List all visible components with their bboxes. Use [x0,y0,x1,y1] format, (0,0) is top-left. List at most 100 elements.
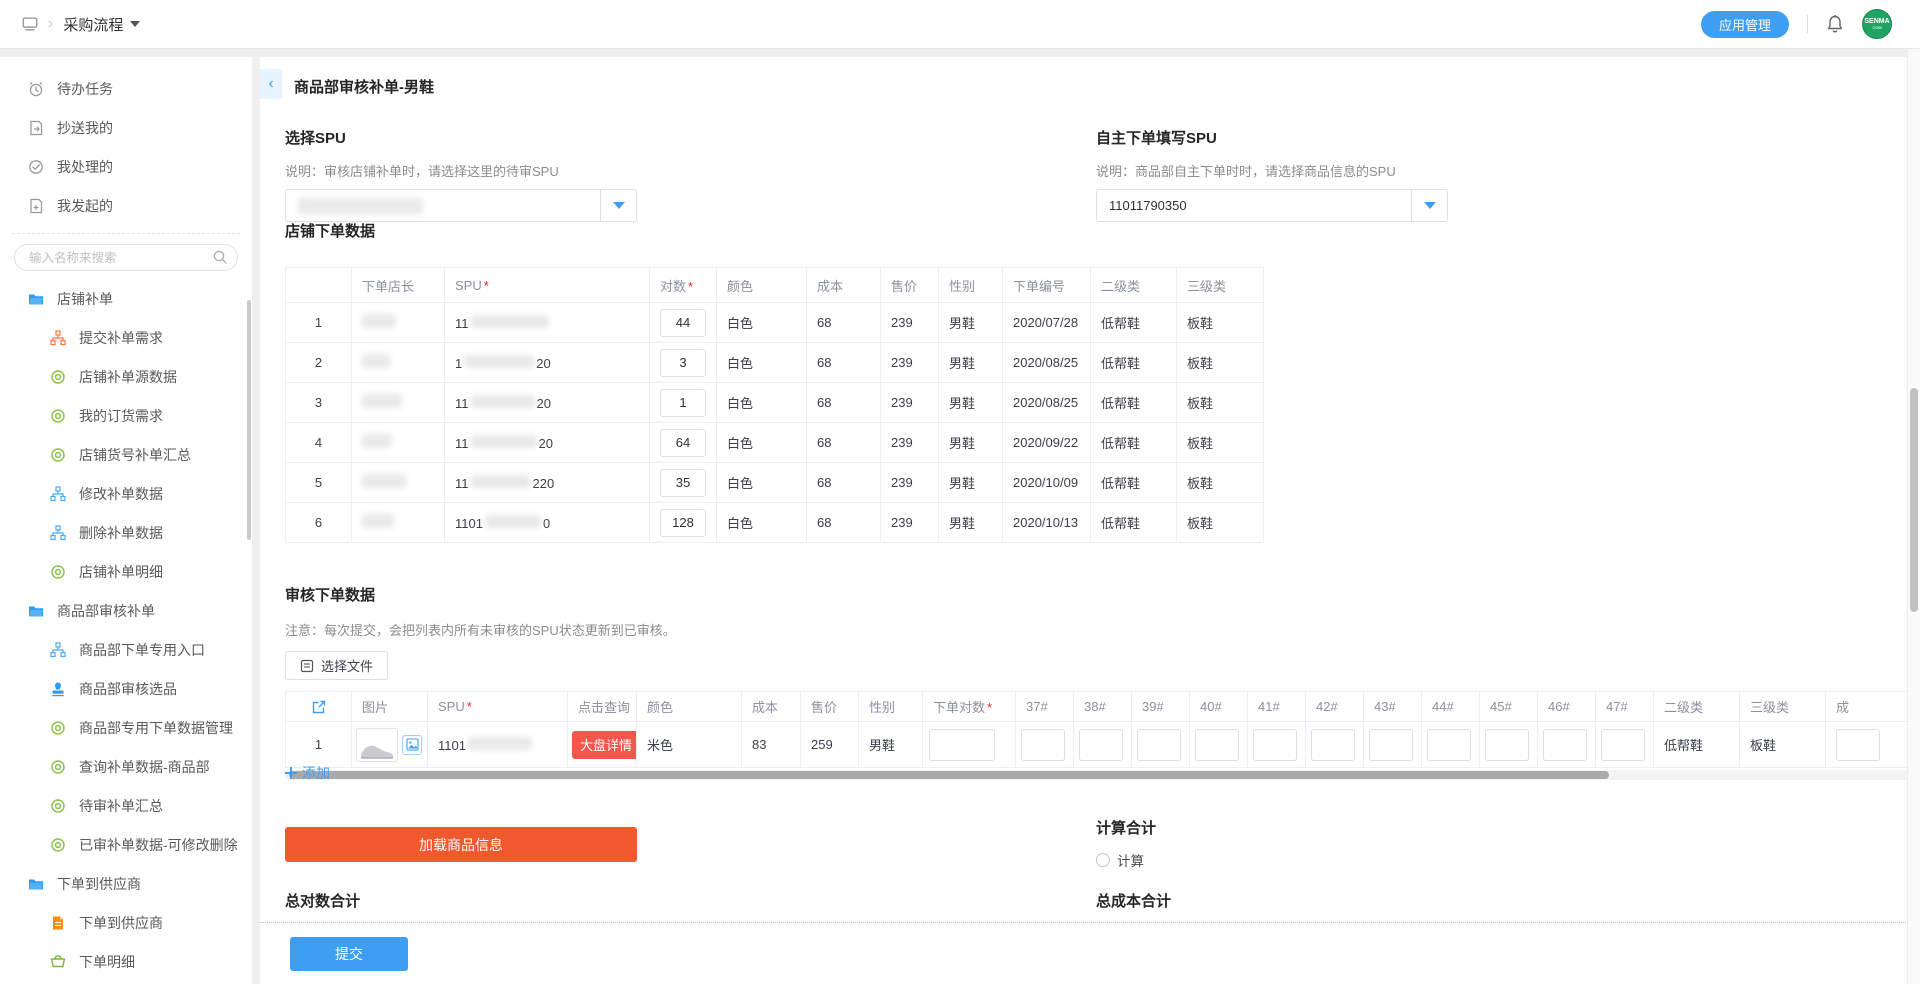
horizontal-scrollbar-thumb[interactable] [289,771,1609,779]
size-44-input[interactable] [1427,729,1471,761]
sidebar-folder-shop-replenish[interactable]: 店铺补单 [0,279,252,318]
cat3-cell: 板鞋 [1177,343,1264,383]
load-product-info-button[interactable]: 加载商品信息 [285,827,637,862]
app-manage-button[interactable]: 应用管理 [1701,11,1789,38]
avatar-text: SENMA [1864,18,1889,25]
self-spu-dropdown[interactable]: 11011790350 [1096,189,1448,222]
sidebar-item-label: 商品部下单专用入口 [79,640,205,660]
size-42-cell [1306,722,1364,768]
self-spu-block: 自主下单填写SPU 说明：商品部自主下单时时，请选择商品信息的SPU 11011… [1096,127,1456,222]
pairs-cell [650,303,717,343]
order-pairs-input[interactable] [929,729,995,761]
pairs-input[interactable] [660,389,706,417]
horizontal-scrollbar[interactable] [285,770,1920,780]
col-order-pairs: 下单对数* [923,692,1016,722]
pairs-input[interactable] [660,309,706,337]
col-size-37: 37# [1016,692,1074,722]
back-button[interactable]: ‹ [260,69,282,99]
self-spu-note: 说明：商品部自主下单时时，请选择商品信息的SPU [1096,161,1456,180]
pairs-input[interactable] [660,509,706,537]
breadcrumb-app-switcher[interactable]: 采购流程 [63,14,140,35]
size-47-input[interactable] [1601,729,1645,761]
sidebar-item-order-to-supplier[interactable]: 下单到供应商 [0,903,252,942]
cat2-cell: 低帮鞋 [1091,383,1177,423]
window-icon[interactable] [22,16,38,32]
calc-radio-label: 计算 [1117,850,1144,870]
size-39-input[interactable] [1137,729,1181,761]
col-spu: SPU* [428,692,568,722]
partial-input[interactable] [1836,729,1880,761]
sidebar-item-my-order-demand[interactable]: 我的订货需求 [0,396,252,435]
sidebar-search-input[interactable] [14,244,238,271]
size-38-input[interactable] [1079,729,1123,761]
external-link-icon[interactable] [311,699,327,715]
shoe-image [359,739,395,761]
row-index: 1 [286,722,352,768]
self-spu-heading: 自主下单填写SPU [1096,127,1456,148]
submit-button[interactable]: 提交 [290,937,408,971]
sidebar-item-label: 抄送我的 [57,118,113,138]
sidebar-item-shop-replenish-detail[interactable]: 店铺补单明细 [0,552,252,591]
sidebar-item-label: 下单明细 [79,952,135,972]
market-detail-button[interactable]: 大盘详情 [572,731,637,759]
sidebar-item-delete-replenish-data[interactable]: 删除补单数据 [0,513,252,552]
sidebar-item-initiated-by-me[interactable]: 我发起的 [0,186,252,225]
sidebar-item-shop-sku-replenish-summary[interactable]: 店铺货号补单汇总 [0,435,252,474]
sidebar-folder-label: 店铺补单 [57,289,113,309]
dropdown-arrow-zone[interactable] [600,190,636,221]
pairs-input[interactable] [660,429,706,457]
size-46-input[interactable] [1543,729,1587,761]
footer-bar: 提交 [260,922,1920,984]
spu-cell: 120 [445,343,650,383]
bell-icon[interactable] [1826,14,1844,34]
main-panel: ‹ 商品部审核补单-男鞋 选择SPU 说明：审核店铺补单时，请选择这里的待审SP… [260,57,1920,984]
cat3-cell: 板鞋 [1177,303,1264,343]
sidebar-folder-order-to-supplier[interactable]: 下单到供应商 [0,864,252,903]
product-thumbnail[interactable] [356,728,398,762]
add-row-link[interactable]: 添加 [285,763,330,783]
dropdown-arrow-zone[interactable] [1411,190,1447,221]
sidebar-item-reviewed-data-editable[interactable]: 已审补单数据-可修改删除 [0,825,252,864]
sidebar-folder-product-dept-review[interactable]: 商品部审核补单 [0,591,252,630]
sidebar-item-submit-replenish-request[interactable]: 提交补单需求 [0,318,252,357]
manager-cell [352,303,445,343]
size-41-input[interactable] [1253,729,1297,761]
sidebar-item-label: 删除补单数据 [79,523,163,543]
sidebar-item-order-detail[interactable]: 下单明细 [0,942,252,981]
view-image-button[interactable] [402,735,422,755]
sidebar-item-modify-replenish-data[interactable]: 修改补单数据 [0,474,252,513]
sidebar-item-todo-tasks[interactable]: 待办任务 [0,69,252,108]
vertical-scrollbar-track[interactable] [1907,49,1920,984]
sidebar-item-dept-order-data-manage[interactable]: 商品部专用下单数据管理 [0,708,252,747]
folder-icon [28,876,44,892]
user-avatar[interactable]: SENMA COM [1862,9,1892,39]
review-note: 注意：每次提交，会把列表内所有未审核的SPU状态更新到已审核。 [285,620,1920,639]
size-40-input[interactable] [1195,729,1239,761]
size-45-input[interactable] [1485,729,1529,761]
sidebar-item-pending-review-summary[interactable]: 待审补单汇总 [0,786,252,825]
sidebar-divider [12,233,240,234]
choose-file-button[interactable]: 选择文件 [285,651,388,680]
size-39-cell [1132,722,1190,768]
sidebar-item-cc-me[interactable]: 抄送我的 [0,108,252,147]
pairs-input[interactable] [660,349,706,377]
gender-cell: 男鞋 [939,343,1003,383]
gender-cell: 男鞋 [939,383,1003,423]
size-43-input[interactable] [1369,729,1413,761]
sidebar-item-label: 修改补单数据 [79,484,163,504]
sidebar-item-shop-replenish-source-data[interactable]: 店铺补单源数据 [0,357,252,396]
sidebar-item-handled-by-me[interactable]: 我处理的 [0,147,252,186]
sidebar-item-dept-order-entrance[interactable]: 商品部下单专用入口 [0,630,252,669]
vertical-scrollbar-thumb[interactable] [1910,388,1918,612]
sidebar-item-dept-review-selection[interactable]: 商品部审核选品 [0,669,252,708]
plus-icon [285,767,297,779]
size-37-input[interactable] [1021,729,1065,761]
cat3-cell: 板鞋 [1177,463,1264,503]
sidebar-item-query-replenish-data-dept[interactable]: 查询补单数据-商品部 [0,747,252,786]
sidebar-scrollbar[interactable] [247,300,251,540]
table-row: 1 11 白色 68 239 男鞋 2020/07/28 低帮鞋 板鞋 [286,303,1264,343]
pairs-input[interactable] [660,469,706,497]
size-42-input[interactable] [1311,729,1355,761]
select-spu-dropdown[interactable] [285,189,637,222]
calc-radio-option[interactable]: 计算 [1096,850,1156,870]
